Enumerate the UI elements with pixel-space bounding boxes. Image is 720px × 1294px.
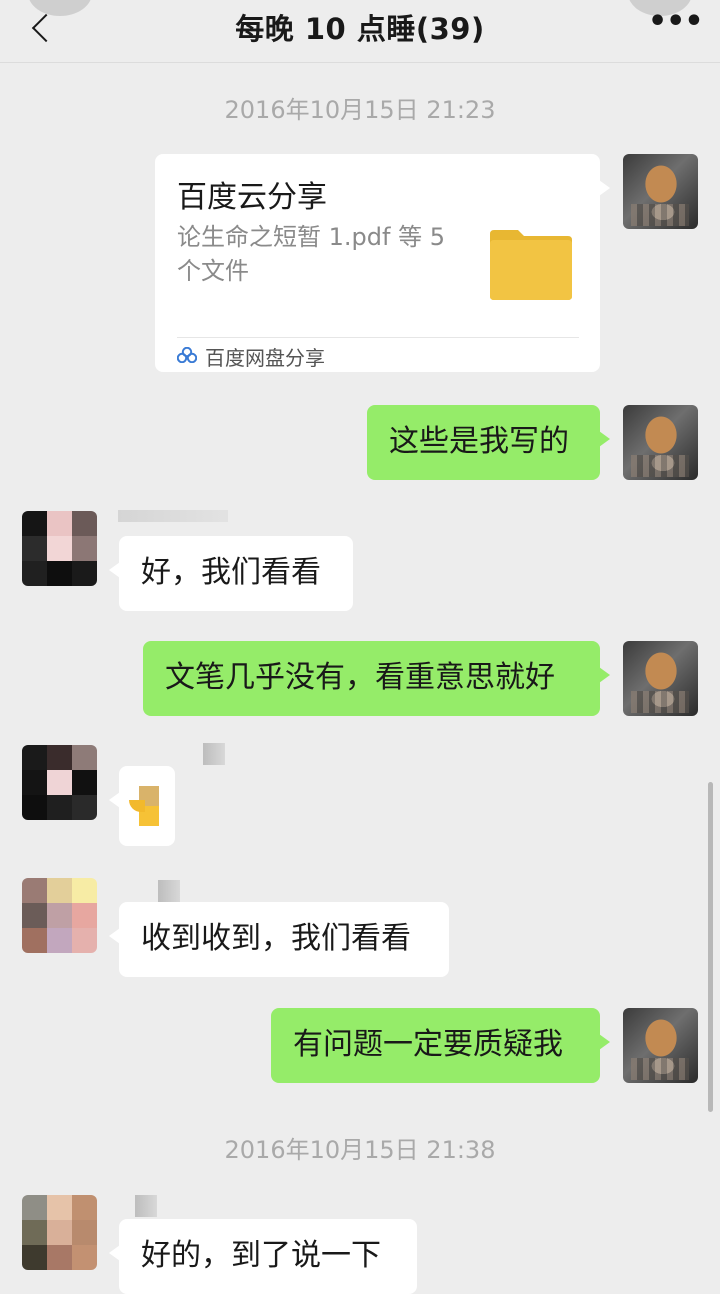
sticker-graphic-leaf bbox=[129, 800, 145, 812]
self-avatar[interactable] bbox=[623, 1008, 698, 1083]
message-bubble-received[interactable]: 好的，到了说一下 bbox=[109, 1219, 417, 1294]
timestamp: 2016年10月15日 21:23 bbox=[224, 96, 496, 124]
chat-title: 每晚 10 点睡(39) bbox=[235, 12, 485, 46]
message-bubble-received[interactable]: 收到收到，我们看看 bbox=[109, 902, 449, 977]
message-bubble-sent[interactable]: 这些是我写的 bbox=[367, 405, 610, 480]
share-card-description: 论生命之短暂 1.pdf 等 5 个文件 bbox=[177, 223, 445, 285]
timestamp: 2016年10月15日 21:38 bbox=[224, 1136, 496, 1164]
self-avatar[interactable] bbox=[623, 405, 698, 480]
message-bubble-sent[interactable]: 有问题一定要质疑我 bbox=[271, 1008, 610, 1083]
chat-header: 每晚 10 点睡(39) ••• bbox=[0, 0, 720, 63]
message-bubble-sent[interactable]: 文笔几乎没有，看重意思就好 bbox=[143, 641, 610, 716]
member-avatar[interactable] bbox=[22, 745, 97, 820]
card-divider bbox=[177, 337, 579, 338]
share-card-source: 百度网盘分享 bbox=[205, 346, 325, 370]
member-name bbox=[118, 510, 228, 522]
baidu-share-card[interactable]: 百度云分享 论生命之短暂 1.pdf 等 5 个文件 百度网盘分享 bbox=[155, 154, 610, 372]
share-card-title: 百度云分享 bbox=[177, 180, 327, 215]
emoji-sticker[interactable] bbox=[109, 766, 175, 846]
self-avatar[interactable] bbox=[623, 154, 698, 229]
scrollbar[interactable] bbox=[708, 782, 713, 1112]
self-avatar[interactable] bbox=[623, 641, 698, 716]
member-avatar[interactable] bbox=[22, 878, 97, 953]
folder-icon bbox=[490, 230, 572, 300]
more-icon[interactable]: ••• bbox=[648, 4, 704, 39]
message-bubble-received[interactable]: 好，我们看看 bbox=[109, 536, 353, 611]
member-avatar[interactable] bbox=[22, 1195, 97, 1270]
member-name bbox=[203, 743, 225, 765]
member-avatar[interactable] bbox=[22, 511, 97, 586]
member-name bbox=[135, 1195, 157, 1217]
baidu-netdisk-icon bbox=[177, 347, 197, 363]
member-name bbox=[158, 880, 180, 902]
